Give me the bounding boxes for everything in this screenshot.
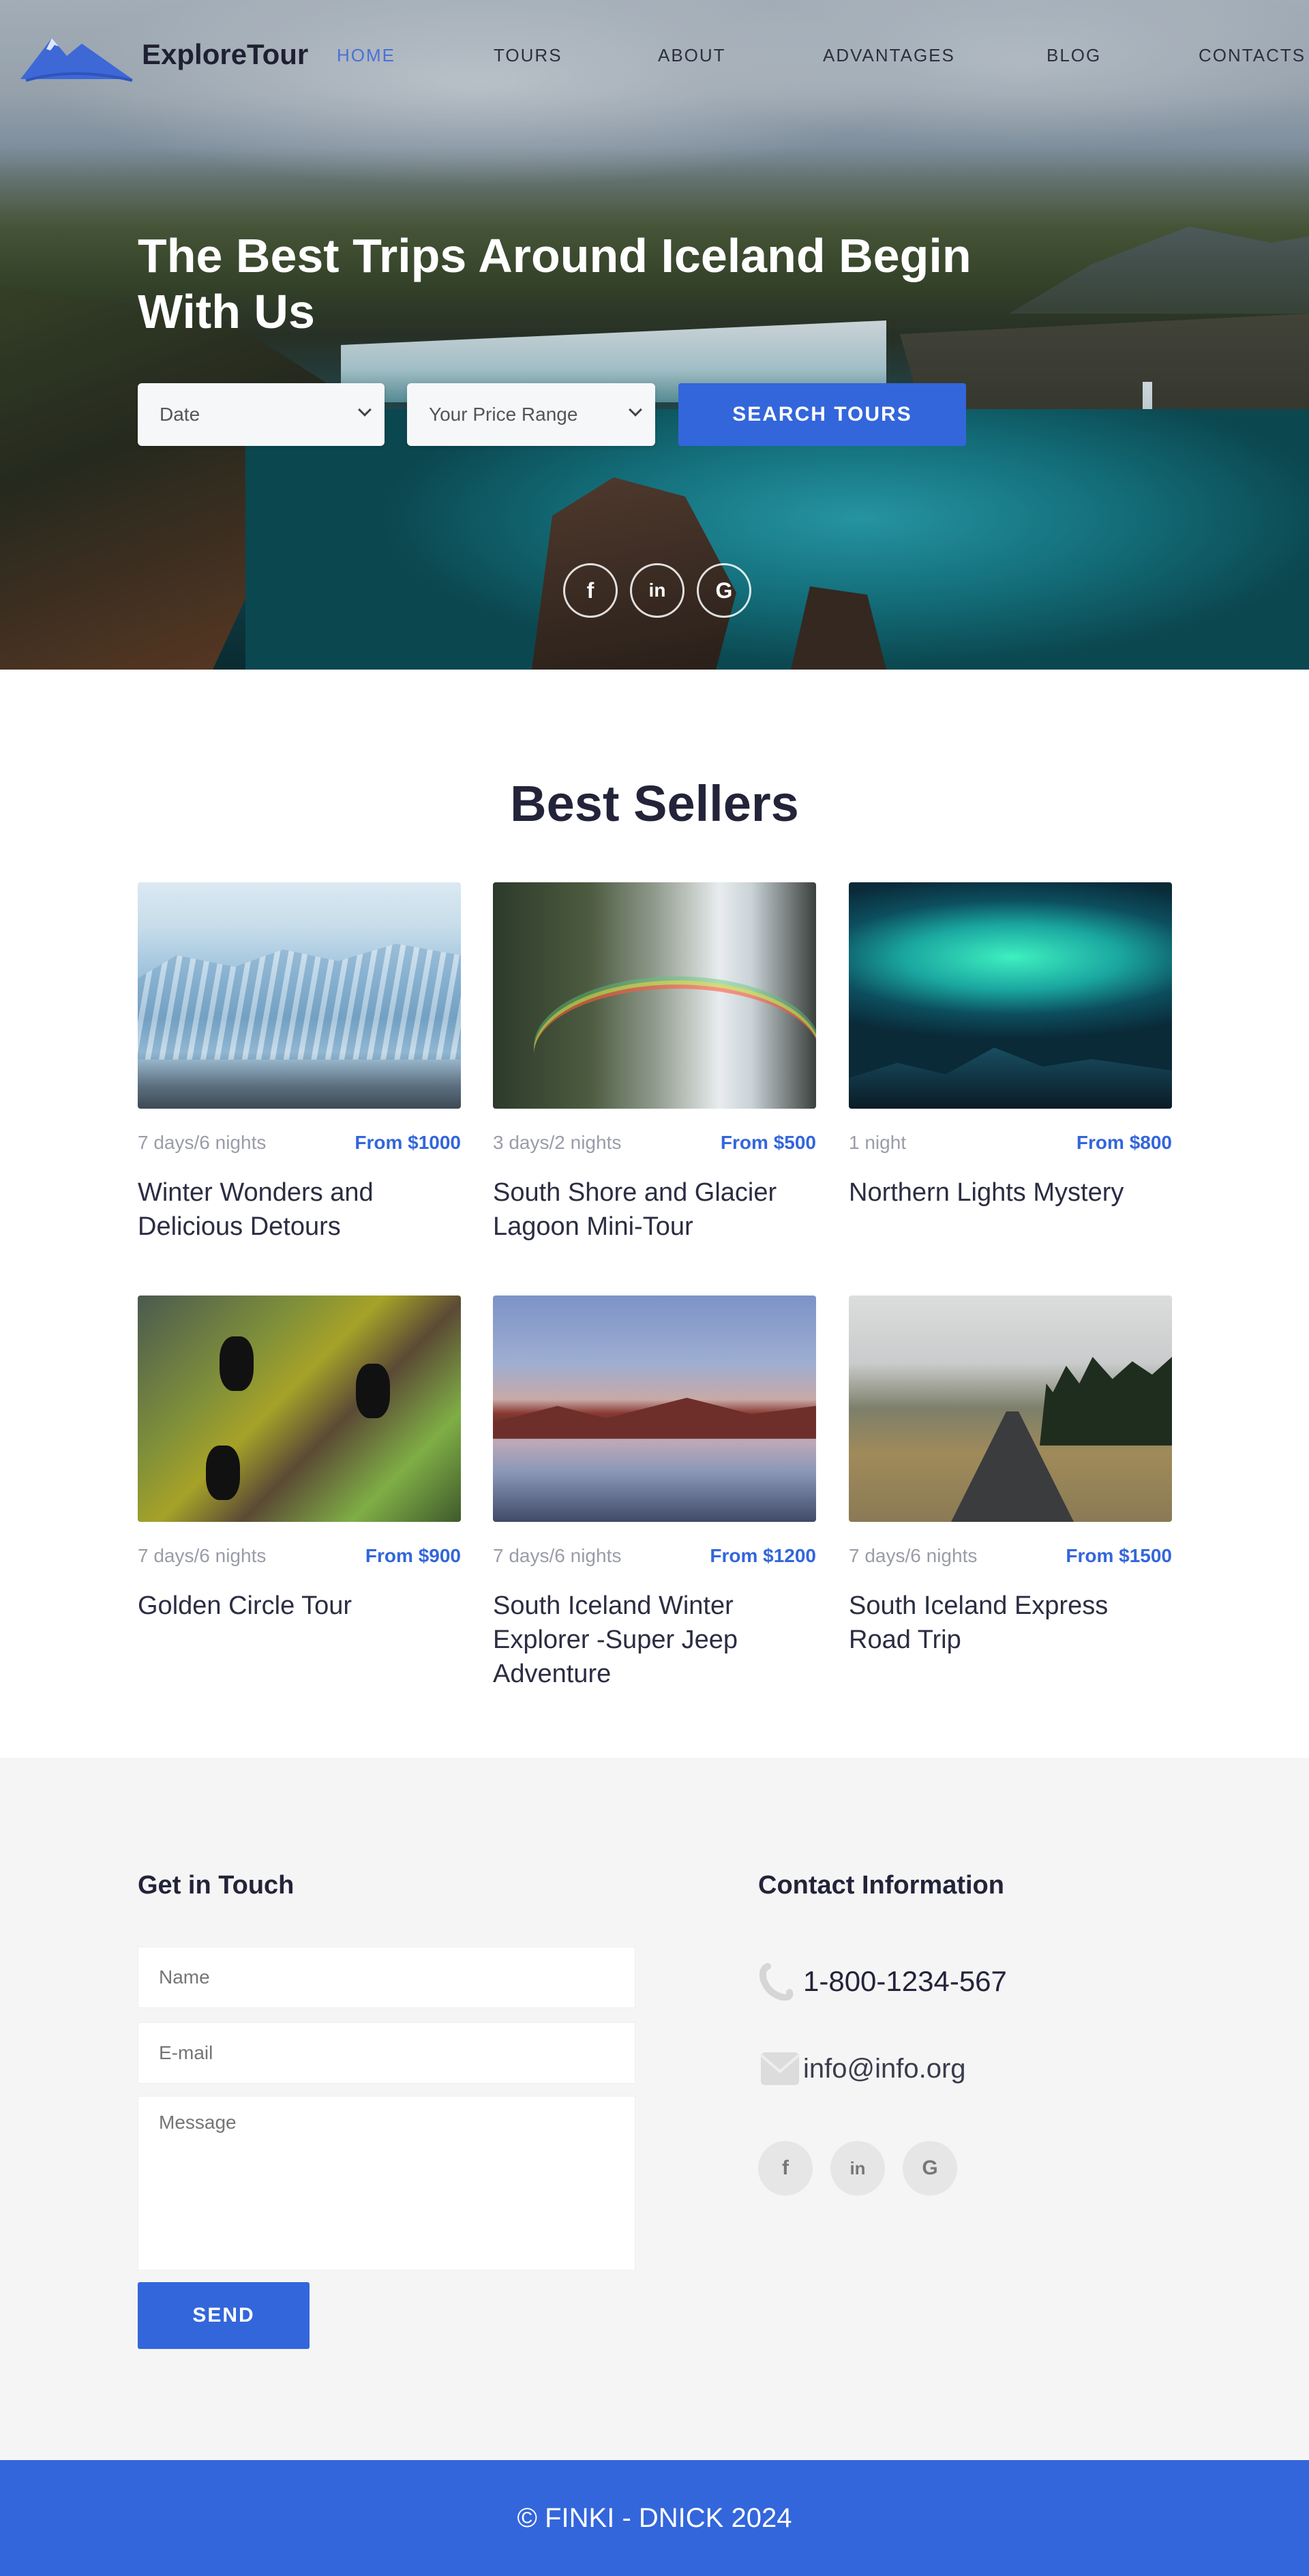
tour-price: From $900 [365, 1545, 461, 1566]
nav-item-contacts[interactable]: CONTACTS [1199, 45, 1306, 66]
nav-item-about[interactable]: ABOUT [658, 45, 726, 66]
nav-item-blog[interactable]: BLOG [1047, 45, 1101, 66]
tour-title[interactable]: Winter Wonders and Delicious Detours [138, 1175, 461, 1244]
phone-number[interactable]: 1-800-1234-567 [803, 1965, 1007, 1998]
tour-price: From $1500 [1066, 1545, 1172, 1566]
email-row: info@info.org [758, 2050, 966, 2088]
tour-duration: 7 days/6 nights [138, 1545, 267, 1566]
tour-title[interactable]: South Shore and Glacier Lagoon Mini-Tour [493, 1175, 816, 1244]
price-range-select[interactable]: Your Price Range [407, 383, 655, 446]
get-in-touch-title: Get in Touch [138, 1871, 295, 1900]
date-select-value: Date [160, 404, 200, 425]
tour-image-road[interactable] [849, 1296, 1172, 1522]
tour-price: From $1000 [355, 1132, 461, 1153]
facebook-icon[interactable]: f [758, 2141, 813, 2196]
tour-title[interactable]: Golden Circle Tour [138, 1589, 461, 1623]
facebook-icon[interactable]: f [563, 563, 618, 618]
tour-title[interactable]: South Iceland Winter Explorer -Super Jee… [493, 1589, 816, 1691]
send-button[interactable]: SEND [138, 2282, 310, 2349]
tour-image-aurora[interactable] [849, 882, 1172, 1109]
tour-card[interactable]: 7 days/6 nights From $1000 Winter Wonder… [138, 882, 461, 1241]
google-icon[interactable]: G [903, 2141, 957, 2196]
search-tours-button[interactable]: SEARCH TOURS [678, 383, 966, 446]
phone-row: 1-800-1234-567 [758, 1962, 1007, 2002]
tour-card[interactable]: 7 days/6 nights From $1500 South Iceland… [849, 1296, 1172, 1654]
brand-name[interactable]: ExploreTour [142, 38, 308, 71]
tour-price: From $800 [1076, 1132, 1172, 1153]
tour-card[interactable]: 7 days/6 nights From $1200 South Iceland… [493, 1296, 816, 1688]
message-field[interactable] [138, 2096, 635, 2271]
tour-title[interactable]: South Iceland Express Road Trip [849, 1589, 1172, 1657]
envelope-icon [758, 2050, 803, 2088]
brand-logo[interactable] [19, 29, 134, 82]
chevron-down-icon [358, 403, 372, 417]
tour-price: From $1200 [710, 1545, 816, 1566]
hero-banner: ExploreTour HOME TOURS ABOUT ADVANTAGES … [0, 0, 1309, 670]
hero-headline: The Best Trips Around Iceland Begin With… [138, 229, 972, 338]
tour-duration: 7 days/6 nights [138, 1132, 267, 1153]
tour-price: From $500 [720, 1132, 816, 1153]
phone-icon [758, 1962, 803, 2002]
nav-item-advantages[interactable]: ADVANTAGES [823, 45, 955, 66]
tour-duration: 7 days/6 nights [493, 1545, 622, 1566]
email-field[interactable] [138, 2022, 635, 2084]
tour-card[interactable]: 7 days/6 nights From $900 Golden Circle … [138, 1296, 461, 1620]
tour-image-mountain-lake[interactable] [493, 1296, 816, 1522]
email-address[interactable]: info@info.org [803, 2054, 966, 2084]
linkedin-icon[interactable]: in [630, 563, 684, 618]
tour-image-puffins[interactable] [138, 1296, 461, 1522]
tour-image-glacier[interactable] [138, 882, 461, 1109]
price-range-select-value: Your Price Range [429, 404, 578, 425]
tour-card[interactable]: 1 night From $800 Northern Lights Myster… [849, 882, 1172, 1207]
google-icon[interactable]: G [697, 563, 751, 618]
linkedin-icon[interactable]: in [830, 2141, 885, 2196]
nav-item-home[interactable]: HOME [337, 45, 395, 66]
copyright-text: © FINKI - DNICK 2024 [517, 2502, 792, 2533]
name-field[interactable] [138, 1947, 635, 2008]
tour-duration: 7 days/6 nights [849, 1545, 978, 1566]
tour-card[interactable]: 3 days/2 nights From $500 South Shore an… [493, 882, 816, 1241]
contact-information-title: Contact Information [758, 1871, 1004, 1900]
best-sellers-title: Best Sellers [510, 775, 799, 832]
page: ExploreTour HOME TOURS ABOUT ADVANTAGES … [0, 0, 1309, 2576]
footer: © FINKI - DNICK 2024 [0, 2460, 1309, 2576]
tour-title[interactable]: Northern Lights Mystery [849, 1175, 1172, 1210]
mountain-logo-icon [20, 38, 133, 82]
chevron-down-icon [629, 403, 642, 417]
tour-duration: 3 days/2 nights [493, 1132, 622, 1153]
nav-item-tours[interactable]: TOURS [494, 45, 562, 66]
date-select[interactable]: Date [138, 383, 385, 446]
tour-image-waterfall[interactable] [493, 882, 816, 1109]
tour-duration: 1 night [849, 1132, 907, 1153]
